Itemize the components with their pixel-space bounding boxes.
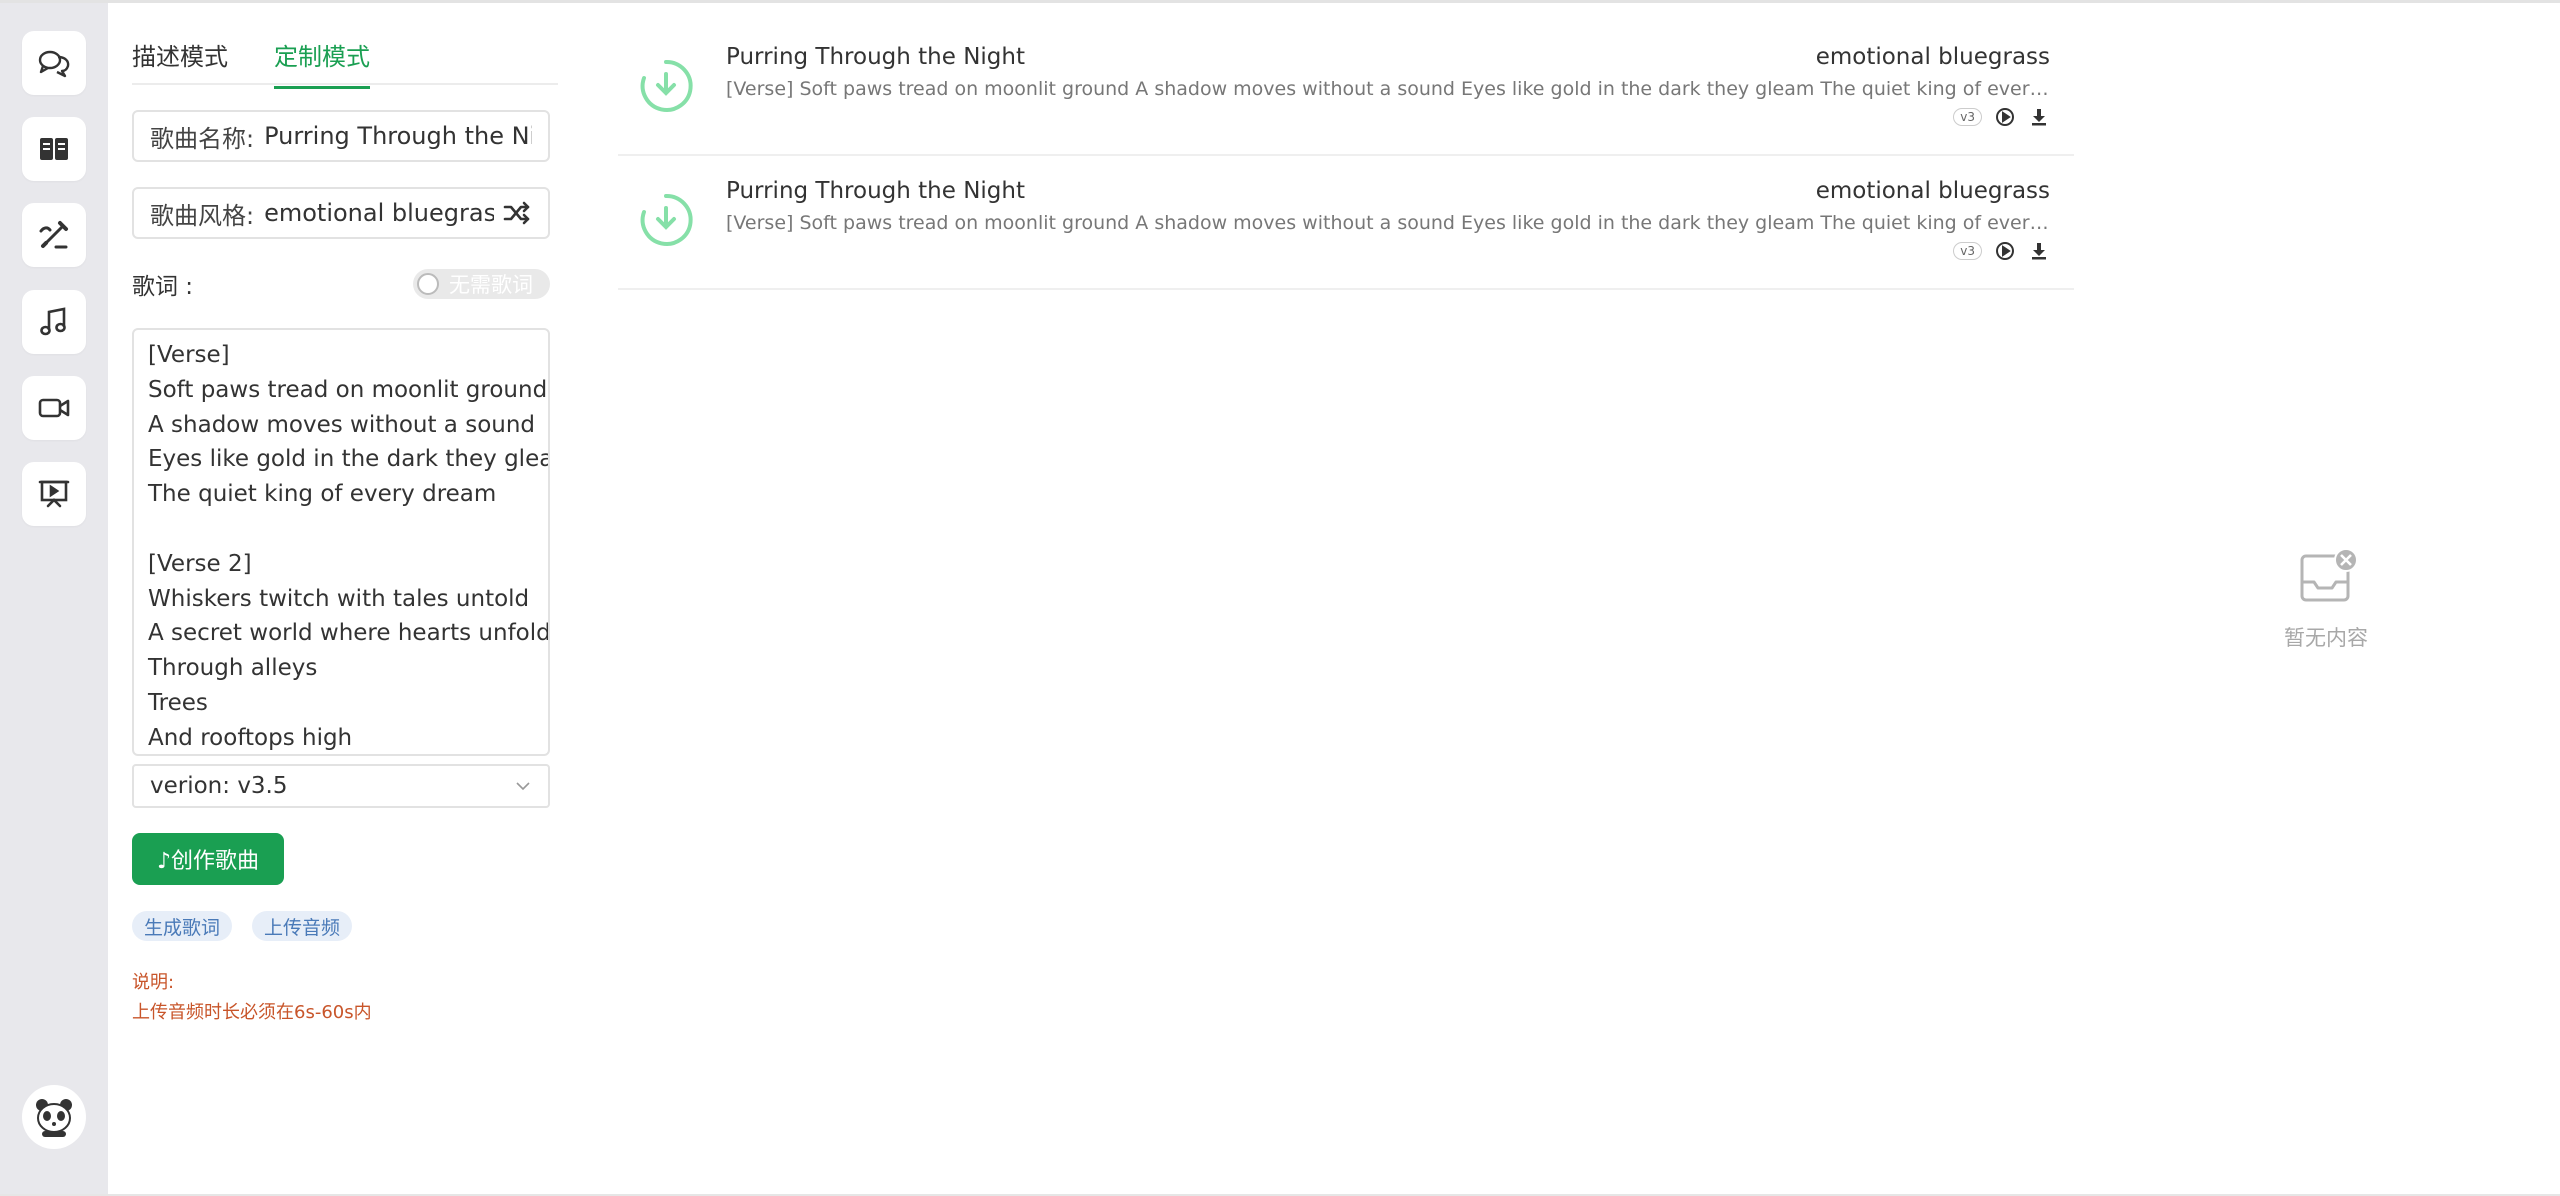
play-icon[interactable] [1994, 240, 2016, 262]
chat-icon [38, 50, 70, 78]
song-title: Purring Through the Night [726, 178, 1025, 204]
empty-state-text: 暂无内容 [2284, 626, 2368, 650]
download-status-icon [640, 59, 693, 112]
lyrics-line: [Verse] [148, 342, 230, 368]
song-name-field[interactable]: 歌曲名称: Purring Through the Nigh [132, 110, 550, 162]
song-item[interactable]: Purring Through the Night emotional blue… [618, 156, 2074, 290]
play-icon[interactable] [1994, 106, 2016, 128]
lyrics-line [148, 512, 534, 547]
icon-rail [0, 3, 108, 1194]
tab-custom-mode[interactable]: 定制模式 [274, 37, 370, 89]
lyrics-line: The quiet king of every dream [148, 481, 497, 508]
empty-inbox-icon [2300, 548, 2358, 602]
lyrics-line: A secret world where hearts unfold [148, 620, 550, 647]
song-title: Purring Through the Night [726, 44, 1025, 70]
panda-avatar-icon [36, 1099, 72, 1137]
lyrics-line: A shadow moves without a sound [148, 411, 536, 438]
video-icon [38, 398, 70, 418]
song-style: emotional bluegrass [1815, 44, 2050, 70]
download-status-icon [640, 193, 693, 246]
shuffle-icon[interactable] [502, 198, 532, 228]
create-song-button[interactable]: ♪创作歌曲 [132, 833, 284, 885]
song-actions: v3 [1953, 240, 2050, 262]
generate-lyrics-chip[interactable]: 生成歌词 [132, 911, 233, 941]
song-name-label: 歌曲名称: [150, 124, 255, 153]
song-actions: v3 [1953, 106, 2050, 128]
lyrics-line: [Verse 2] [148, 550, 252, 577]
song-style-label: 歌曲风格: [150, 201, 255, 230]
mode-tabs: 描述模式 定制模式 [132, 31, 558, 89]
note-title: 说明: [132, 972, 175, 993]
version-value: verion: v3.5 [150, 773, 288, 799]
no-lyrics-toggle[interactable]: 无需歌词 [413, 269, 550, 299]
song-lyrics-preview: [Verse] Soft paws tread on moonlit groun… [726, 212, 2050, 234]
lyrics-line: Soft paws tread on moonlit ground [148, 376, 548, 403]
book-icon [40, 138, 68, 160]
tab-description-mode[interactable]: 描述模式 [132, 37, 228, 86]
toggle-knob [417, 273, 439, 295]
pen-icon [39, 221, 68, 249]
lyrics-label: 歌词 : [132, 274, 194, 300]
lyrics-line: Trees [148, 689, 208, 716]
lyrics-line: Whiskers twitch with tales untold [148, 585, 530, 612]
lyrics-line: Through alleys [148, 655, 318, 682]
user-avatar[interactable] [22, 1085, 86, 1149]
lyrics-line: Eyes like gold in the dark they gleam [148, 446, 550, 473]
no-lyrics-toggle-label: 无需歌词 [449, 273, 533, 297]
song-form-panel: 描述模式 定制模式 歌曲名称: Purring Through the Nigh… [108, 3, 558, 1194]
presentation-nav-button[interactable] [22, 462, 86, 526]
chat-nav-button[interactable] [22, 31, 86, 95]
upload-audio-chip[interactable]: 上传音频 [252, 911, 353, 941]
download-icon[interactable] [2028, 106, 2050, 128]
song-item[interactable]: Purring Through the Night emotional blue… [618, 22, 2074, 156]
version-select[interactable]: verion: v3.5 [132, 764, 550, 808]
song-name-input[interactable]: Purring Through the Nigh [264, 122, 532, 150]
version-badge: v3 [1953, 108, 1982, 126]
video-nav-button[interactable] [22, 376, 86, 440]
version-badge: v3 [1953, 242, 1982, 260]
book-nav-button[interactable] [22, 117, 86, 181]
song-style-field[interactable]: 歌曲风格: emotional bluegrass [132, 187, 550, 239]
note-text: 上传音频时长必须在6s-60s内 [132, 1002, 372, 1023]
music-icon [40, 307, 66, 336]
download-icon[interactable] [2028, 240, 2050, 262]
presentation-icon [38, 480, 70, 508]
chevron-down-icon [516, 782, 530, 791]
lyrics-textarea[interactable]: [Verse] Soft paws tread on moonlit groun… [132, 328, 550, 756]
song-list: Purring Through the Night emotional blue… [618, 22, 2074, 290]
song-style: emotional bluegrass [1815, 178, 2050, 204]
song-lyrics-preview: [Verse] Soft paws tread on moonlit groun… [726, 78, 2050, 100]
write-nav-button[interactable] [22, 203, 86, 267]
music-nav-button[interactable] [22, 290, 86, 354]
lyrics-line: And rooftops high [148, 724, 353, 751]
song-style-input[interactable]: emotional bluegrass [264, 199, 494, 227]
